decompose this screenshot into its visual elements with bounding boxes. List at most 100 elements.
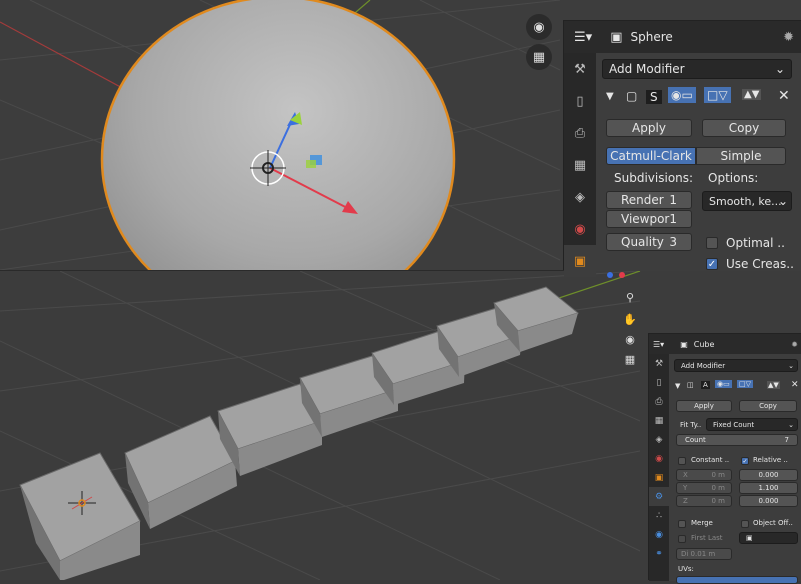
add-modifier-dropdown[interactable]: Add Modifier ⌄ [602, 59, 792, 79]
tab-physics[interactable]: ◉ [649, 525, 669, 544]
modifier-name[interactable]: A [701, 381, 710, 389]
move-up-icon[interactable]: ▲▼ [742, 89, 762, 100]
offset-object-field[interactable]: ▣ [739, 532, 798, 544]
tab-particles[interactable]: ∴ [649, 506, 669, 525]
chevron-down-icon: ⌄ [788, 361, 794, 370]
viewport-label: Viewpor [621, 212, 670, 226]
catmull-clark-button[interactable]: Catmull-Clark [606, 147, 696, 165]
close-icon[interactable]: ✕ [791, 380, 799, 390]
use-creases-checkbox[interactable]: ✓ [706, 258, 718, 270]
render-icon: ▯ [576, 93, 584, 109]
relative-x-field[interactable]: 0.000 [739, 469, 798, 481]
tab-modifiers[interactable]: ⚙ [649, 487, 669, 506]
apply-button[interactable]: Apply [606, 119, 692, 137]
tab-world[interactable]: ◉ [564, 213, 596, 245]
copy-button[interactable]: Copy [739, 400, 797, 412]
show-in-render-icon[interactable]: ◉▭ [715, 380, 732, 388]
tab-constraints[interactable]: ⚭ [649, 544, 669, 563]
perspective-toggle-button-2[interactable]: ▦ [620, 349, 640, 369]
cube-array[interactable] [19, 286, 580, 580]
pin-icon[interactable]: ✹ [791, 340, 798, 349]
render-icon: ▯ [656, 377, 662, 388]
scene-icon: ◈ [655, 434, 663, 445]
render-label: Render [621, 193, 664, 207]
tab-object[interactable]: ▣ [564, 245, 596, 277]
object-offset-checkbox[interactable] [741, 520, 749, 528]
tab-scene[interactable]: ◈ [564, 181, 596, 213]
object-icon: ▣ [573, 253, 587, 269]
constant-z-value: 0 m [711, 497, 726, 505]
constant-z-field[interactable]: Z 0 m [676, 495, 732, 507]
collapse-arrow-icon[interactable]: ▼ [606, 91, 614, 102]
fit-type-label: Fit Ty.. [680, 421, 702, 429]
simple-button[interactable]: Simple [696, 147, 786, 165]
tab-render[interactable]: ▯ [649, 373, 669, 392]
object-name: Sphere [630, 30, 673, 44]
tab-output[interactable]: ⎙ [649, 392, 669, 411]
copy-button[interactable]: Copy [702, 119, 786, 137]
uv-smooth-dropdown[interactable]: Smooth, ke... ⌄ [702, 191, 792, 211]
constant-y-field[interactable]: Y 0 m [676, 482, 732, 494]
optimal-display-checkbox[interactable] [706, 237, 718, 249]
constant-offset-checkbox[interactable] [678, 457, 686, 465]
constant-x-field[interactable]: X 0 m [676, 469, 732, 481]
tab-view-layer[interactable]: ▦ [649, 411, 669, 430]
world-icon: ◉ [655, 453, 663, 464]
modifier-name[interactable]: S [646, 90, 662, 104]
perspective-toggle-button[interactable]: ▦ [526, 44, 552, 70]
count-field[interactable]: Count 7 [676, 434, 798, 446]
tab-world[interactable]: ◉ [649, 449, 669, 468]
apply-button[interactable]: Apply [676, 400, 732, 412]
show-in-editmode-icon[interactable]: □▽ [704, 87, 731, 103]
constant-x-axis: X [683, 471, 688, 479]
properties-panel-sphere: ☰▾ ▣ Sphere ✹ ⚒ ▯ ⎙ ▦ ◈ ◉ ▣ Add Modifier… [563, 20, 801, 277]
camera-view-button-2[interactable]: ◉ [620, 329, 640, 349]
editor-type-icon[interactable]: ☰▾ [653, 340, 664, 349]
zoom-button[interactable]: ⚲ [620, 287, 640, 307]
move-up-icon[interactable]: ▲▼ [767, 381, 780, 389]
constraints-icon: ⚭ [655, 548, 663, 559]
close-icon[interactable]: ✕ [778, 88, 790, 104]
first-last-checkbox[interactable] [678, 535, 686, 543]
tab-render[interactable]: ▯ [564, 85, 596, 117]
show-in-render-icon[interactable]: ◉▭ [668, 87, 696, 103]
render-value: 1 [669, 193, 677, 207]
chevron-down-icon: ⌄ [777, 194, 788, 208]
object-icon: ▣ [680, 339, 688, 349]
constant-y-value: 0 m [711, 484, 726, 492]
tab-view-layer[interactable]: ▦ [564, 149, 596, 181]
fit-type-dropdown[interactable]: Fixed Count ⌄ [706, 418, 798, 431]
relative-offset-checkbox[interactable]: ✓ [741, 457, 749, 465]
pan-button[interactable]: ✋ [620, 309, 640, 329]
merge-distance-field[interactable]: Di 0.01 m [676, 548, 732, 560]
grid-icon: ▦ [624, 352, 636, 366]
tab-tool[interactable]: ⚒ [564, 53, 596, 85]
pin-icon[interactable]: ✹ [783, 30, 794, 45]
camera-view-button[interactable]: ◉ [526, 14, 552, 40]
hand-icon: ✋ [623, 312, 637, 326]
relative-z-field[interactable]: 0.000 [739, 495, 798, 507]
quality-field[interactable]: Quality 3 [606, 233, 692, 251]
editor-type-icon[interactable]: ☰▾ [574, 30, 592, 45]
relative-y-value: 1.100 [758, 484, 779, 492]
tab-scene[interactable]: ◈ [649, 430, 669, 449]
add-modifier-dropdown[interactable]: Add Modifier ⌄ [674, 359, 798, 372]
render-levels-field[interactable]: Render 1 [606, 191, 692, 209]
viewport-levels-field[interactable]: Viewpor 1 [606, 210, 692, 228]
modifier-type-icon: ◫ [687, 381, 694, 389]
show-in-editmode-icon[interactable]: □▽ [737, 380, 753, 388]
use-creases-label: Use Creas.. [726, 257, 794, 271]
tab-tool[interactable]: ⚒ [649, 354, 669, 373]
properties-tabs: ⚒ ▯ ⎙ ▦ ◈ ◉ ▣ [564, 53, 596, 277]
uv-offset-field[interactable] [676, 576, 798, 584]
relative-y-field[interactable]: 1.100 [739, 482, 798, 494]
constant-z-axis: Z [683, 497, 688, 505]
merge-checkbox[interactable] [678, 520, 686, 528]
object-name: Cube [693, 339, 715, 349]
tab-object[interactable]: ▣ [649, 468, 669, 487]
collapse-arrow-icon[interactable]: ▼ [675, 382, 680, 390]
tab-output[interactable]: ⎙ [564, 117, 596, 149]
count-label: Count [685, 436, 706, 444]
relative-z-value: 0.000 [758, 497, 779, 505]
image-icon: ▦ [573, 157, 587, 173]
